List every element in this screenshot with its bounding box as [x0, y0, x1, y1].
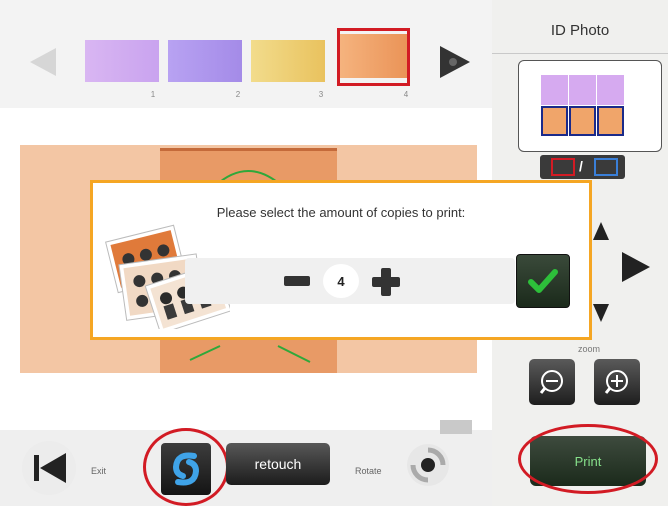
increase-quantity-icon[interactable] — [370, 266, 402, 298]
thumbnail-number-4: 4 — [403, 90, 409, 99]
reset-highlight-ring — [143, 428, 229, 506]
thumbnail-number-3: 3 — [318, 90, 324, 99]
thumbnail-3[interactable] — [251, 40, 325, 82]
pan-right-arrow-icon[interactable] — [620, 250, 652, 284]
status-indicator — [440, 420, 472, 434]
exit-button[interactable] — [22, 441, 76, 495]
zoom-in-icon — [604, 370, 628, 394]
retouch-button[interactable]: retouch — [226, 443, 330, 485]
thumbnail-number-2: 2 — [235, 90, 241, 99]
color-mode-toggle[interactable]: / — [540, 155, 625, 179]
pan-down-arrow-icon[interactable] — [592, 302, 610, 330]
layout-cell — [597, 75, 624, 105]
exit-label: Exit — [91, 466, 107, 476]
thumbnail-number-1: 1 — [150, 90, 156, 99]
panel-title: ID Photo — [550, 22, 610, 39]
zoom-label: zoom — [578, 344, 601, 354]
layout-cell — [569, 75, 596, 105]
rotate-label: Rotate — [355, 466, 382, 476]
zoom-out-button[interactable] — [529, 359, 575, 405]
previous-arrow-icon[interactable] — [28, 46, 58, 78]
zoom-in-button[interactable] — [594, 359, 640, 405]
quantity-value: 4 — [323, 264, 359, 298]
zoom-out-icon — [539, 370, 563, 394]
panel-divider — [492, 53, 668, 54]
layout-cell-selected — [569, 106, 596, 136]
thumbnail-2[interactable] — [168, 40, 242, 82]
layout-cell-selected — [597, 106, 624, 136]
thumbnail-selected-frame — [337, 28, 410, 86]
print-highlight-ring — [518, 424, 658, 494]
layout-preview[interactable] — [518, 60, 662, 152]
dialog-prompt: Please select the amount of copies to pr… — [216, 205, 466, 220]
skip-back-icon — [34, 453, 66, 483]
next-arrow-icon[interactable] — [436, 44, 472, 80]
checkmark-icon — [528, 269, 558, 293]
layout-cell — [541, 75, 568, 105]
decrease-quantity-icon[interactable] — [282, 270, 312, 292]
rotate-icon[interactable] — [405, 442, 451, 488]
color-toggle-separator: / — [579, 158, 583, 174]
confirm-button[interactable] — [516, 254, 570, 308]
layout-cell-selected — [541, 106, 568, 136]
thumbnail-1[interactable] — [85, 40, 159, 82]
pan-up-arrow-icon[interactable] — [592, 212, 610, 242]
